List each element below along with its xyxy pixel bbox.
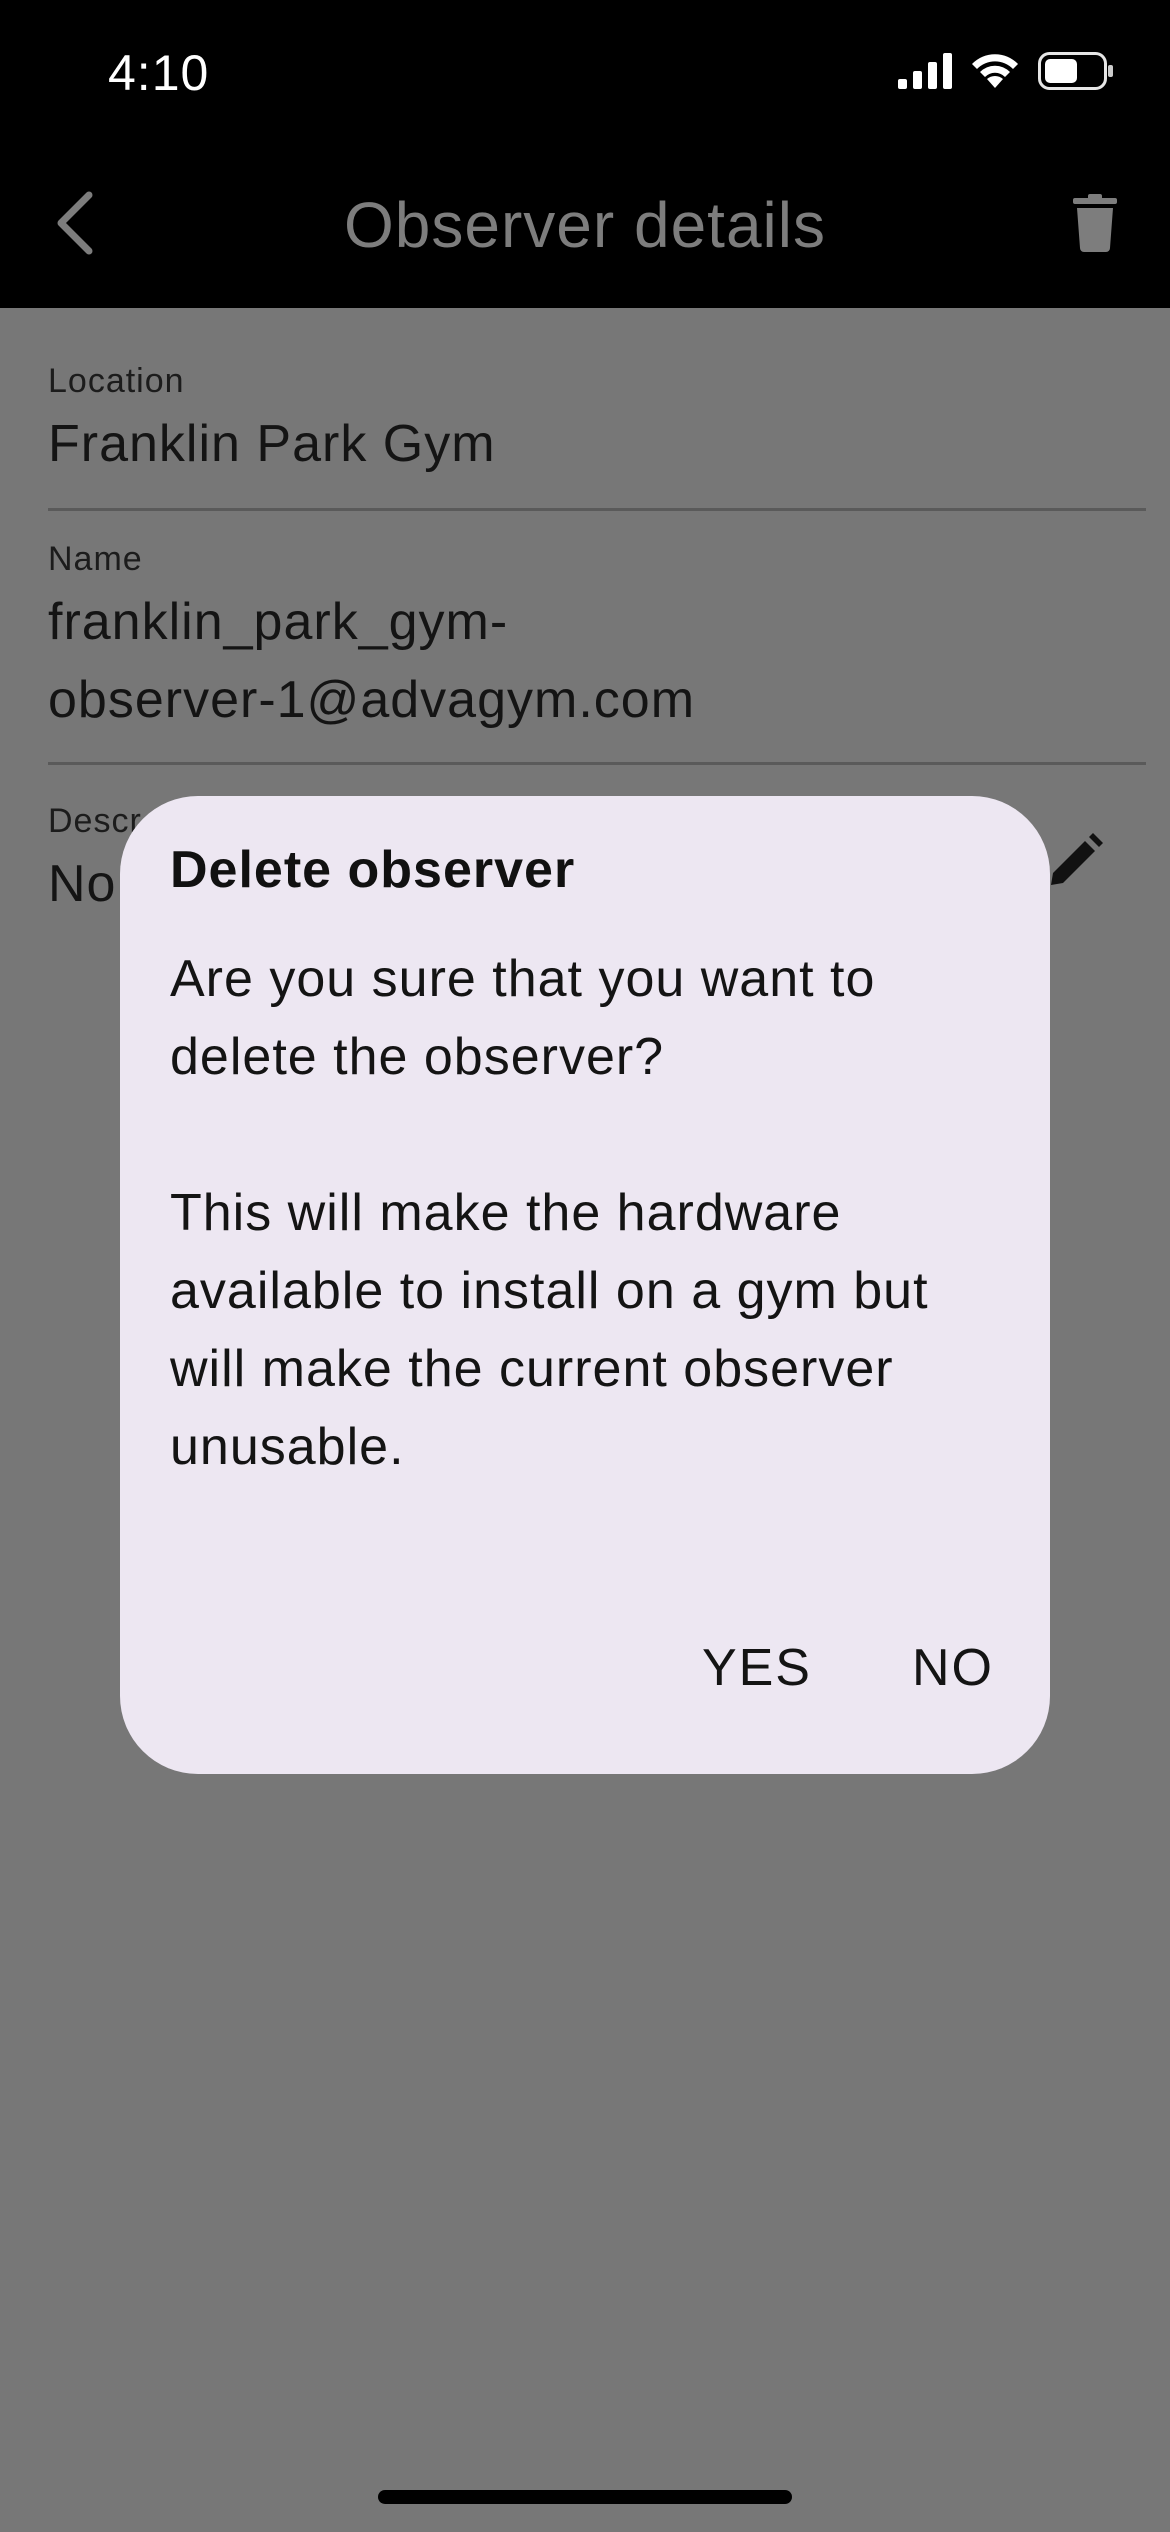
dialog-actions: YES NO (702, 1638, 994, 1698)
top-bar: 4:10 Observer details (0, 0, 1170, 308)
dialog-message: Are you sure that you want to delete the… (170, 950, 876, 1086)
app-bar: Observer details (0, 170, 1170, 280)
no-button[interactable]: NO (912, 1638, 994, 1698)
status-icons (898, 52, 1114, 90)
delete-observer-dialog: Delete observer Are you sure that you wa… (120, 796, 1050, 1774)
location-value: Franklin Park Gym (48, 415, 496, 473)
signal-icon (898, 53, 952, 89)
dialog-body: Are you sure that you want to delete the… (170, 940, 994, 1486)
edit-description-button[interactable] (1040, 826, 1110, 896)
location-label: Location (48, 362, 185, 400)
trash-icon (1073, 194, 1117, 252)
page-title: Observer details (344, 189, 826, 261)
wifi-icon (972, 54, 1018, 88)
location-field: Location Franklin Park Gym (48, 362, 1146, 483)
name-label: Name (48, 540, 143, 578)
divider (48, 508, 1146, 511)
name-value: franklin_park_gym- observer-1@advagym.co… (48, 583, 1146, 739)
status-time: 4:10 (108, 45, 210, 101)
dialog-warning: This will make the hardware available to… (170, 1184, 929, 1476)
delete-button[interactable] (1060, 188, 1130, 258)
pencil-icon (1051, 833, 1103, 885)
divider (48, 762, 1146, 765)
screen: 4:10 Observer details Location Franklin … (0, 0, 1170, 2532)
yes-button[interactable]: YES (702, 1638, 812, 1698)
battery-icon (1038, 52, 1113, 90)
home-indicator[interactable] (378, 2490, 792, 2504)
name-value-line1: franklin_park_gym- (48, 593, 509, 651)
name-field: Name franklin_park_gym- observer-1@advag… (48, 540, 1146, 739)
name-value-line2: observer-1@advagym.com (48, 671, 696, 729)
dialog-title: Delete observer (170, 841, 576, 899)
